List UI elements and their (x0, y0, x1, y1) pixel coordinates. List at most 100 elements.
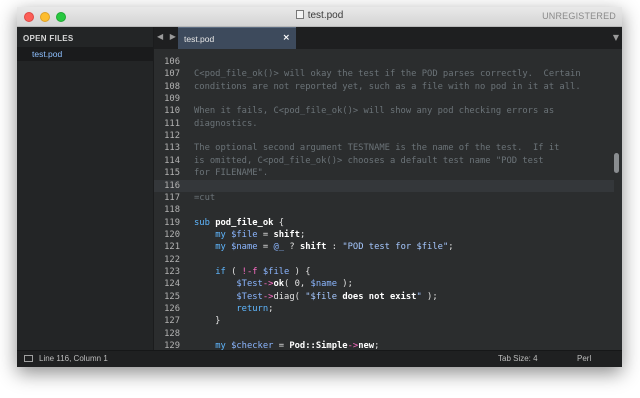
sidebar: OPEN FILES test.pod (17, 27, 154, 350)
code-token: ok (273, 279, 285, 290)
line-code: $Test->diag( "$file does not exist" ); (194, 291, 437, 303)
code-token: -> (262, 291, 274, 302)
line-number: 125 (164, 291, 180, 302)
tab-label: test.pod (184, 34, 215, 44)
close-tab-icon[interactable]: × (282, 33, 290, 43)
code-line[interactable]: 113 The optional second argument TESTNAME… (154, 142, 614, 154)
code-token: $name (231, 242, 258, 253)
tab-bar: ◀ ▶ test.pod × ▼ (154, 27, 622, 49)
code-token: $file (262, 266, 290, 277)
line-code: if ( !-f $file ) { (194, 266, 310, 278)
code-token: ; (299, 229, 306, 240)
code-line[interactable]: 121 my $name = @_ ? shift : "POD test fo… (154, 241, 614, 253)
code-token: $Test (236, 279, 263, 290)
document-icon (295, 10, 304, 19)
tab-test-pod[interactable]: test.pod × (178, 27, 296, 49)
code-line[interactable]: 127 } (154, 315, 614, 327)
code-token: = (257, 229, 274, 240)
sidebar-item-label: test.pod (32, 49, 63, 59)
code-token: ? (284, 242, 300, 253)
code-line[interactable]: 126 return; (154, 303, 614, 315)
code-token: Pod::Simple (289, 341, 348, 350)
line-number: 124 (164, 279, 180, 290)
code-line[interactable]: 114 is omitted, C<pod_file_ok()> chooses … (154, 155, 614, 167)
line-code: my $name = @_ ? shift : "POD test for $f… (194, 241, 454, 253)
syntax-selector[interactable]: Perl (577, 354, 591, 363)
code-line[interactable]: 120 my $file = shift; (154, 229, 614, 241)
tab-size-selector[interactable]: Tab Size: 4 (498, 354, 538, 363)
code-line[interactable]: 117 =cut (154, 192, 614, 204)
code-line[interactable]: 125 $Test->diag( "$file does not exist" … (154, 291, 614, 303)
code-line[interactable]: 108 conditions are not reported yet, such… (154, 81, 614, 93)
code-line[interactable]: 109 (154, 93, 614, 105)
code-token: conditions are not reported yet, such as… (194, 81, 581, 92)
code-line[interactable]: 124 $Test->ok( 0, $name ); (154, 278, 614, 290)
open-files-header: OPEN FILES (23, 34, 74, 43)
code-token: $Test (236, 291, 263, 302)
window-title: test.pod (17, 10, 622, 21)
code-token: ); (337, 279, 353, 290)
window-title-text: test.pod (307, 10, 344, 21)
line-number: 116 (164, 180, 180, 191)
code-token: shift (273, 229, 300, 240)
code-token: : (326, 242, 343, 253)
unregistered-label: UNREGISTERED (542, 11, 616, 21)
line-code: $Test->ok( 0, $name ); (194, 278, 353, 290)
line-number: 122 (164, 254, 180, 265)
line-number: 109 (164, 94, 180, 105)
tab-menu-chevron-down-icon[interactable]: ▼ (613, 33, 619, 42)
tab-nav-arrows[interactable]: ◀ ▶ (157, 32, 178, 41)
code-token: } (194, 316, 221, 327)
code-editor[interactable]: 106 107 C<pod_file_ok()> will okay the tes… (154, 49, 622, 350)
code-token: return (236, 304, 269, 314)
code-token: my (215, 341, 232, 350)
code-token: $file (231, 229, 258, 240)
code-line[interactable]: 111 diagnostics. (154, 118, 614, 130)
code-token: C<pod_file_ok()> will okay the test if t… (194, 69, 581, 80)
code-token: new (358, 341, 375, 350)
line-number: 117 (164, 192, 180, 203)
line-number: 107 (164, 69, 180, 80)
code-line-current[interactable]: 116 (154, 179, 614, 192)
code-token: = (257, 242, 274, 253)
code-token: @_ (273, 242, 285, 253)
code-line[interactable]: 119 sub pod_file_ok { (154, 217, 614, 229)
code-token: $name (310, 279, 338, 290)
code-token: ; (268, 304, 274, 314)
line-code: =cut (194, 192, 215, 204)
line-number: 113 (164, 143, 180, 154)
code-token: diag( (273, 291, 306, 302)
status-bar: Line 116, Column 1 Tab Size: 4 Perl (17, 350, 622, 367)
vertical-scrollbar[interactable] (614, 153, 619, 173)
code-line[interactable]: 123 if ( !-f $file ) { (154, 266, 614, 278)
code-token: sub (194, 217, 216, 228)
code-token: -> (262, 279, 274, 290)
code-token: !-f (241, 266, 258, 277)
line-code: return; (194, 303, 273, 315)
code-line[interactable]: 115 for FILENAME". (154, 167, 614, 179)
code-line[interactable]: 107 C<pod_file_ok()> will okay the test i… (154, 68, 614, 80)
code-token: ; (448, 242, 454, 253)
code-token: my (215, 229, 232, 240)
line-code: conditions are not reported yet, such as… (194, 81, 581, 93)
code-token: is omitted, C<pod_file_ok()> chooses a d… (194, 155, 544, 166)
code-token: The optional second argument TESTNAME is… (194, 143, 560, 154)
code-token: ( 0, (284, 279, 311, 290)
line-code: is omitted, C<pod_file_ok()> chooses a d… (194, 155, 544, 167)
code-line[interactable]: 118 (154, 204, 614, 216)
code-line[interactable]: 128 (154, 328, 614, 340)
code-line[interactable]: 112 (154, 130, 614, 142)
panel-toggle-icon[interactable] (24, 355, 33, 362)
code-line[interactable]: 129 my $checker = Pod::Simple->new; (154, 340, 614, 350)
code-line[interactable]: 110 When it fails, C<pod_file_ok()> will … (154, 105, 614, 117)
code-line[interactable]: 122 (154, 254, 614, 266)
code-token: =cut (194, 192, 216, 203)
sidebar-item-test-pod[interactable]: test.pod (17, 47, 153, 61)
code-line[interactable]: 106 (154, 56, 614, 68)
line-number: 118 (164, 205, 180, 216)
line-number: 126 (164, 304, 180, 314)
code-token: diagnostics. (194, 118, 258, 129)
